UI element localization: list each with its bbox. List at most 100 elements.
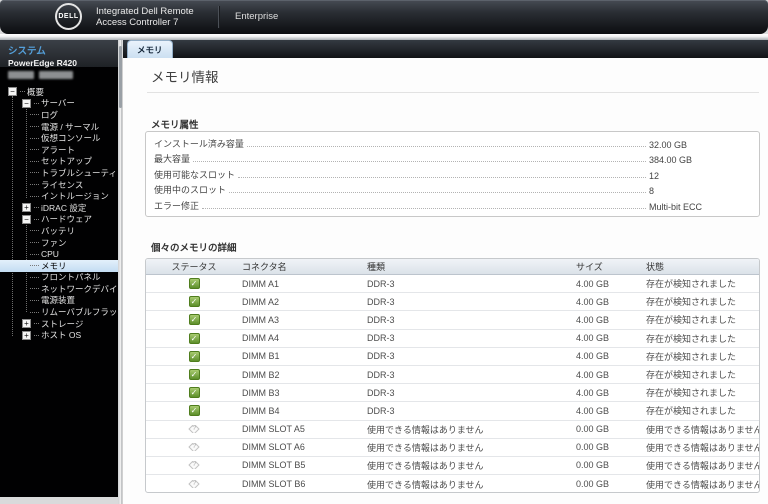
table-column-header: 状態 — [646, 262, 665, 272]
memory-table-body: ✓ DIMM A1 DDR-3 4.00 GB 存在が検知されました ✓ DIM… — [146, 275, 759, 492]
size-cell: 0.00 GB — [576, 460, 610, 471]
tree-connector — [30, 195, 39, 197]
status-cell: ✓ — [146, 369, 242, 381]
tree-item-label: 電源 / サーマル — [41, 121, 100, 132]
leader-dots — [193, 161, 646, 163]
size-cell: 0.00 GB — [576, 479, 610, 490]
connector-cell: DIMM A2 — [242, 296, 280, 307]
type-cell: 使用できる情報はありません — [367, 460, 484, 471]
tree-expander-icon[interactable]: + — [22, 330, 31, 340]
table-row: ✓ DIMM A3 DDR-3 4.00 GB 存在が検知されました — [146, 311, 759, 330]
status-unknown-icon: ? — [188, 443, 200, 452]
sidebar-tree-item[interactable]: 電源装置 — [0, 295, 118, 307]
tree-connector — [30, 114, 39, 116]
sidebar-tree-item[interactable]: − ハードウェア — [0, 214, 118, 226]
title-divider — [147, 92, 759, 93]
sidebar-tree-item[interactable]: メモリ — [0, 259, 118, 272]
state-cell: 存在が検知されました — [646, 351, 737, 362]
sidebar-tree-item[interactable]: 仮想コンソール — [0, 132, 118, 144]
sidebar-tree-item[interactable]: 電源 / サーマル — [0, 121, 118, 133]
main-content: メモリ情報 メモリ属性 インストール済み容量 32.00 GB 最大容量 384… — [122, 58, 768, 504]
tree-item-label: 仮想コンソール — [41, 133, 101, 144]
tree-connector — [30, 149, 39, 151]
attribute-value: 32.00 GB — [649, 139, 688, 150]
sidebar-tree-item[interactable]: リムーバブルフラッシュ — [0, 306, 118, 318]
tree-connector — [34, 207, 39, 209]
status-ok-icon: ✓ — [188, 405, 200, 417]
tree-item-label: メモリ — [41, 260, 67, 271]
table-row: ✓ DIMM B2 DDR-3 4.00 GB 存在が検知されました — [146, 366, 759, 385]
sidebar-tree-item[interactable]: ライセンス — [0, 179, 118, 191]
sidebar-tree-item[interactable]: + iDRAC 設定 — [0, 202, 118, 214]
sidebar-tree-item[interactable]: セットアップ — [0, 156, 118, 168]
tree-item-label: ネットワークデバイス — [41, 283, 118, 294]
sidebar-tree-item[interactable]: フロントパネル — [0, 272, 118, 284]
leader-dots — [238, 176, 646, 178]
sidebar-tree-item[interactable]: トラブルシューティング — [0, 167, 118, 179]
sidebar-tree-item[interactable]: + ホスト OS — [0, 329, 118, 341]
size-cell: 4.00 GB — [576, 314, 610, 325]
tree-connector — [30, 137, 39, 139]
tree-connector — [30, 311, 39, 313]
tree-connector — [30, 288, 39, 290]
attribute-label: 使用中のスロット — [154, 185, 227, 196]
tree-item-label: ログ — [41, 109, 59, 120]
tree-item-label: ライセンス — [41, 179, 84, 190]
attribute-row: インストール済み容量 32.00 GB — [154, 136, 751, 152]
sidebar: システム PowerEdge R420 − 概要 − サーバー ログ 電源 / … — [0, 40, 118, 497]
attribute-value: Multi-bit ECC — [649, 201, 703, 212]
type-cell: DDR-3 — [367, 369, 395, 380]
sidebar-tree-item[interactable]: + ストレージ — [0, 318, 118, 330]
app-title-line1: Integrated Dell Remote — [96, 6, 194, 17]
header-divider — [218, 6, 219, 28]
status-ok-icon: ✓ — [188, 296, 200, 308]
size-cell: 4.00 GB — [576, 387, 610, 398]
tree-connector — [30, 276, 39, 278]
table-row: ✓ DIMM A4 DDR-3 4.00 GB 存在が検知されました — [146, 330, 759, 348]
sidebar-tree-item[interactable]: − 概要 — [0, 86, 118, 98]
tree-connector — [30, 126, 39, 128]
tree-expander-icon[interactable]: + — [22, 319, 31, 329]
sidebar-tree-item[interactable]: イントルージョン — [0, 190, 118, 202]
sidebar-tree-item[interactable]: ファン — [0, 237, 118, 249]
table-row: ? DIMM SLOT A6 使用できる情報はありません 0.00 GB 使用で… — [146, 439, 759, 457]
leader-dots — [246, 145, 646, 147]
tree-item-label: ファン — [41, 237, 67, 248]
sidebar-tree-item[interactable]: アラート — [0, 144, 118, 156]
tree-connector — [30, 184, 39, 186]
attributes-box: インストール済み容量 32.00 GB 最大容量 384.00 GB 使用可能な… — [145, 131, 760, 217]
type-cell: DDR-3 — [367, 387, 395, 398]
status-ok-icon: ✓ — [188, 332, 200, 344]
sidebar-tree-item[interactable]: ネットワークデバイス — [0, 283, 118, 295]
table-row: ✓ DIMM B3 DDR-3 4.00 GB 存在が検知されました — [146, 384, 759, 403]
details-section-title: 個々のメモリの詳細 — [151, 243, 237, 254]
tree-connector — [30, 265, 39, 267]
tree-item-label: ストレージ — [41, 318, 84, 329]
system-label: システム — [8, 46, 46, 57]
type-cell: DDR-3 — [367, 405, 395, 416]
tree-item-label: CPU — [41, 249, 59, 260]
size-cell: 4.00 GB — [576, 351, 610, 362]
redacted-user-info — [8, 71, 73, 79]
status-cell: ? — [146, 425, 242, 434]
status-cell: ✓ — [146, 314, 242, 326]
tree-expander-icon[interactable]: − — [22, 98, 31, 108]
attribute-label: エラー修正 — [154, 200, 200, 211]
connector-cell: DIMM SLOT B6 — [242, 479, 306, 490]
sidebar-tree-item[interactable]: − サーバー — [0, 98, 118, 110]
connector-cell: DIMM SLOT B5 — [242, 460, 306, 471]
tree-expander-icon[interactable]: − — [22, 214, 31, 224]
type-cell: DDR-3 — [367, 333, 395, 344]
tree-expander-icon[interactable]: − — [8, 87, 17, 97]
type-cell: DDR-3 — [367, 278, 395, 289]
tree-item-label: 概要 — [27, 86, 45, 97]
sidebar-tree-item[interactable]: CPU — [0, 248, 118, 260]
state-cell: 存在が検知されました — [646, 279, 737, 290]
tree-expander-icon[interactable]: + — [22, 203, 31, 213]
tree-item-label: サーバー — [41, 98, 75, 109]
connector-cell: DIMM B2 — [242, 369, 280, 380]
tab-memory[interactable]: メモリ — [127, 40, 173, 58]
edition-label: Enterprise — [235, 11, 279, 22]
sidebar-tree-item[interactable]: ログ — [0, 109, 118, 121]
sidebar-tree-item[interactable]: バッテリ — [0, 225, 118, 237]
